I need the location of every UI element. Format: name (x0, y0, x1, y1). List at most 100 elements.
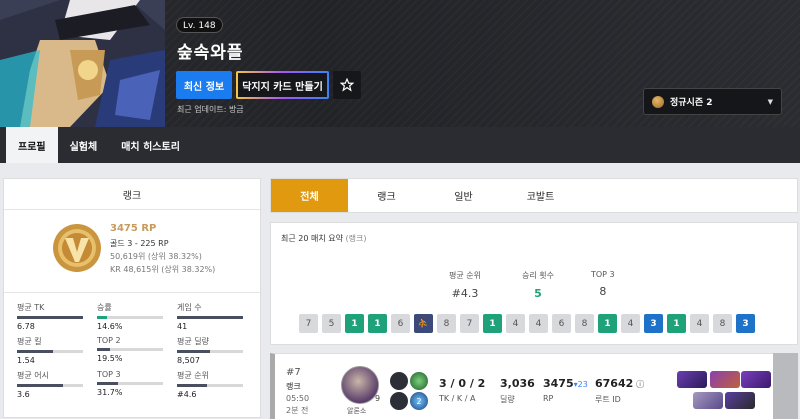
stat-bar (97, 382, 163, 385)
tab-rank[interactable]: 랭크 (348, 179, 425, 212)
match-kda-label: TK / K / A (439, 394, 476, 403)
placement-badge[interactable]: 4 (506, 314, 525, 333)
stat-item: TOP 3 31.7% (97, 370, 169, 397)
stat-value: 6.78 (17, 322, 35, 331)
stat-bar (17, 316, 83, 319)
stat-item: 게임 수 41 (177, 302, 249, 331)
star-icon (340, 78, 354, 92)
placement-badge[interactable]: 1 (667, 314, 686, 333)
stat-value: 41 (177, 322, 188, 331)
placement-badge[interactable]: 1 (598, 314, 617, 333)
stat-label: 평균 딜량 (177, 337, 209, 346)
stat-value: 1.54 (17, 356, 35, 365)
stat-label: TOP 3 (97, 370, 121, 379)
placement-badge[interactable]: 8 (437, 314, 456, 333)
tab-cobalt[interactable]: 코발트 (502, 179, 579, 212)
stat-item: TOP 2 19.5% (97, 336, 169, 363)
trait-icon[interactable] (390, 372, 408, 390)
match-time-ago: 2분 전 (286, 406, 309, 415)
placement-badge[interactable]: 3 (644, 314, 663, 333)
profile-nav: 프로필 실험체 매치 히스토리 (0, 127, 800, 163)
placement-badge[interactable]: 7 (299, 314, 318, 333)
player-level-badge: Lv. 148 (176, 17, 223, 33)
stat-item: 평균 순위 #4.6 (177, 370, 249, 399)
weapon-icon[interactable] (390, 392, 408, 410)
match-damage: 3,036 (500, 377, 535, 390)
placement-badge[interactable]: 4 (529, 314, 548, 333)
tab-normal[interactable]: 일반 (425, 179, 502, 212)
create-card-button[interactable]: 닥지지 카드 만들기 (236, 71, 329, 99)
tactical-skill-icon[interactable] (410, 372, 428, 390)
stat-value: 8,507 (177, 356, 200, 365)
stat-label: 게임 수 (177, 303, 202, 312)
tab-profile[interactable]: 프로필 (6, 127, 58, 163)
stat-bar (177, 384, 243, 387)
summary-title: 최근 20 매치 요약 (랭크) (281, 234, 367, 243)
placement-badge[interactable]: 1 (368, 314, 387, 333)
stat-value: 19.5% (97, 354, 123, 363)
placement-badge[interactable]: 1 (345, 314, 364, 333)
scrollbar[interactable] (773, 353, 798, 419)
rank-global: 50,619위 (상위 38.32%) (110, 252, 202, 261)
stat-label: TOP 2 (97, 336, 121, 345)
placement-badge[interactable]: 6 (391, 314, 410, 333)
match-row[interactable]: #7 랭크 05:50 2분 전 9 알론소 2 3 / 0 / 2 TK / … (270, 353, 798, 419)
stat-label: 평균 순위 (177, 371, 209, 380)
stat-bar (177, 316, 243, 319)
stat-bar (17, 384, 83, 387)
profile-header: Lv. 148 숲속와플 최신 정보 닥지지 카드 만들기 최근 업데이트: 방… (0, 0, 800, 127)
character-portrait[interactable] (341, 366, 379, 404)
character-splash-image (0, 0, 165, 127)
augment-icon[interactable]: 2 (410, 392, 428, 410)
last-updated-text: 최근 업데이트: 방금 (177, 105, 244, 114)
stat-bar (177, 350, 243, 353)
tab-all[interactable]: 전체 (271, 179, 348, 212)
placement-badge[interactable]: ⛹ (414, 314, 433, 333)
stat-value: #4.6 (177, 390, 197, 399)
match-kda: 3 / 0 / 2 (439, 377, 486, 390)
rank-panel: 랭크 3475 RP 골드 3 - 225 RP 50,619위 (상위 38.… (3, 178, 261, 418)
player-name: 숲속와플 (177, 43, 244, 63)
rank-kr: KR 48,615위 (상위 38.32%) (110, 265, 216, 274)
placement-badge[interactable]: 3 (736, 314, 755, 333)
stat-item: 평균 킬 1.54 (17, 336, 89, 365)
item-icon[interactable] (710, 371, 740, 388)
stat-item: 승률 14.6% (97, 302, 169, 331)
refresh-button[interactable]: 최신 정보 (176, 71, 232, 99)
avg-place-stat: 평균 순위 #4.3 (449, 271, 481, 300)
placement-badge[interactable]: 1 (483, 314, 502, 333)
tab-characters[interactable]: 실험체 (58, 127, 110, 163)
placement-badge[interactable]: 6 (552, 314, 571, 333)
tab-match-history[interactable]: 매치 히스토리 (109, 127, 192, 163)
top3-stat: TOP 3 8 (591, 270, 615, 298)
match-rp-label: RP (543, 394, 554, 403)
stat-label: 승률 (97, 303, 112, 312)
match-rp: 3475▾23 (543, 377, 588, 390)
rank-rp: 3475 RP (110, 223, 157, 234)
item-icon[interactable] (693, 392, 723, 409)
placement-badge[interactable]: 4 (690, 314, 709, 333)
rp-change: ▾23 (573, 380, 588, 389)
favorite-button[interactable] (333, 71, 361, 99)
match-route-id[interactable]: 67642 ⓘ (595, 377, 644, 390)
recent-placements: 7 5 1 1 6 ⛹ 8 7 1 4 4 6 8 1 4 3 1 4 8 3 (299, 314, 755, 333)
match-rank: #7 (286, 367, 301, 378)
season-dropdown[interactable]: 정규시즌 2 ▼ (643, 88, 782, 115)
placement-badge[interactable]: 8 (575, 314, 594, 333)
stat-bar (97, 348, 163, 351)
placement-badge[interactable]: 5 (322, 314, 341, 333)
stat-label: 평균 TK (17, 303, 45, 312)
season-coin-icon (652, 95, 664, 108)
stat-item: 평균 TK 6.78 (17, 302, 89, 331)
stat-label: 평균 킬 (17, 337, 42, 346)
stat-item: 평균 어시 3.6 (17, 370, 89, 399)
item-icon[interactable] (677, 371, 707, 388)
placement-badge[interactable]: 8 (713, 314, 732, 333)
stat-label: 평균 어시 (17, 371, 49, 380)
item-icon[interactable] (725, 392, 755, 409)
placement-badge[interactable]: 4 (621, 314, 640, 333)
wins-stat: 승리 횟수 5 (522, 271, 554, 300)
stat-value: 14.6% (97, 322, 123, 331)
placement-badge[interactable]: 7 (460, 314, 479, 333)
item-icon[interactable] (741, 371, 771, 388)
